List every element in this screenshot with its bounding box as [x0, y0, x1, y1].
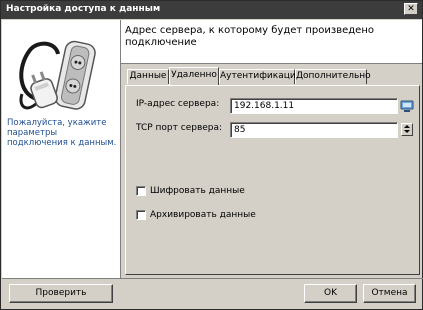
spinner-up-icon[interactable]: [404, 125, 410, 128]
tab-advanced[interactable]: Дополнительно: [295, 69, 371, 84]
plug-socket-icon: [19, 40, 96, 110]
spinner-down-icon[interactable]: [404, 130, 410, 133]
dialog-window: Настройка доступа к данным ✕ Пожалуйста,…: [0, 0, 423, 310]
encrypt-label: Шифровать данные: [150, 186, 245, 196]
check-button[interactable]: Проверить: [9, 284, 113, 303]
encrypt-checkbox[interactable]: [136, 186, 146, 196]
tab-authentication[interactable]: Аутентификация: [219, 69, 301, 84]
cancel-button[interactable]: Отмена: [363, 284, 416, 303]
archive-label: Архивировать данные: [150, 210, 256, 220]
tab-data[interactable]: Данные: [127, 69, 169, 84]
computer-browse-icon[interactable]: [400, 99, 414, 113]
tcp-port-input[interactable]: [230, 122, 398, 138]
ip-address-input[interactable]: [230, 98, 398, 114]
archive-checkbox[interactable]: [136, 210, 146, 220]
tcp-port-label: TCP порт сервера:: [136, 123, 223, 133]
close-icon: ✕: [407, 3, 415, 14]
port-spinner[interactable]: [401, 123, 413, 136]
tab-remote[interactable]: Удаленно: [169, 67, 219, 85]
remote-tab-panel: IP-адрес сервера: TCP порт сервера: Шифр…: [125, 85, 420, 275]
ip-address-label: IP-адрес сервера:: [136, 99, 220, 109]
step-header: Адрес сервера, к которому будет произвед…: [121, 20, 422, 64]
window-title: Настройка доступа к данным: [6, 4, 161, 14]
close-button[interactable]: ✕: [404, 3, 418, 15]
wizard-side-panel: Пожалуйста, укажите параметры подключени…: [2, 20, 121, 278]
ok-button[interactable]: OK: [304, 284, 357, 303]
title-bar[interactable]: Настройка доступа к данным ✕: [1, 1, 422, 19]
step-description: Адрес сервера, к которому будет произвед…: [125, 25, 374, 48]
hint-text: Пожалуйста, укажите параметры подключени…: [7, 118, 117, 148]
footer-divider: [2, 278, 423, 279]
